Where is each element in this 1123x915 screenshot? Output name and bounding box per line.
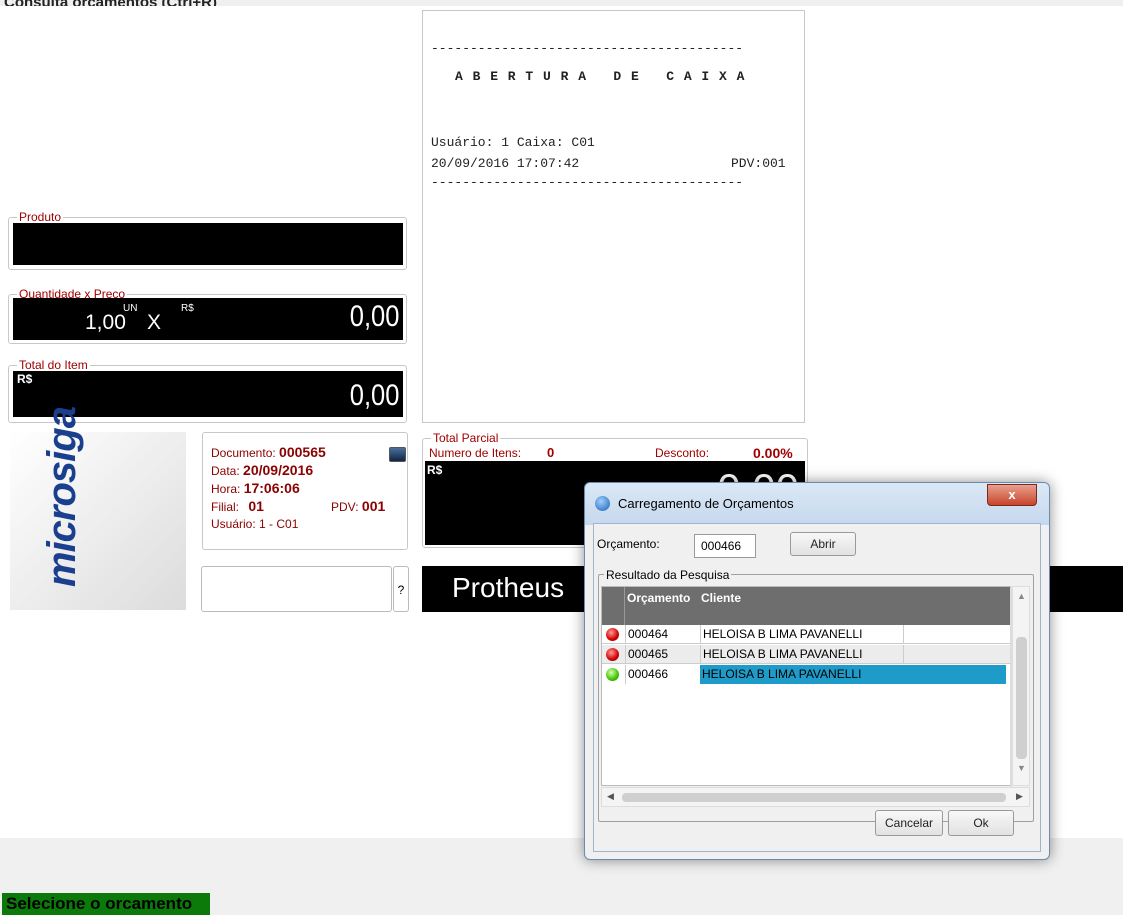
filial-value: 01	[248, 498, 264, 514]
pdv-value: 001	[361, 498, 386, 514]
doc-label: Documento:	[211, 446, 276, 460]
receipt-panel: ----------------------------------------…	[422, 10, 805, 423]
cancelar-button[interactable]: Cancelar	[875, 810, 943, 836]
receipt-separator-bottom: ----------------------------------------	[431, 175, 744, 190]
abrir-button[interactable]: Abrir	[790, 532, 856, 556]
scroll-left-icon[interactable]: ◀	[607, 791, 614, 802]
doc-value: 000565	[279, 444, 326, 460]
price-currency: R$	[181, 303, 194, 314]
status-green-icon	[606, 668, 619, 681]
receipt-pdv: PDV:001	[731, 156, 786, 171]
row-orcamento: 000466	[625, 665, 699, 684]
receipt-heading: A B E R T U R A D E C A I X A	[455, 69, 746, 84]
row-cliente: HELOISA B LIMA PAVANELLI	[700, 665, 1006, 684]
itens-value: 0	[547, 445, 555, 460]
unit-label: UN	[123, 303, 138, 314]
scroll-down-icon[interactable]: ▼	[1017, 763, 1026, 773]
search-input[interactable]	[201, 566, 392, 612]
time-label: Hora:	[211, 482, 241, 496]
row-orcamento: 000465	[625, 645, 699, 664]
receipt-user-line: Usuário: 1 Caixa: C01	[431, 135, 595, 150]
banner-text: Protheus	[452, 572, 565, 603]
quantity-value: 1,00	[85, 311, 126, 334]
scroll-up-icon[interactable]: ▲	[1017, 591, 1026, 601]
table-row-selected[interactable]: 000466 HELOISA B LIMA PAVANELLI	[602, 665, 1012, 684]
results-grid[interactable]: Orçamento Cliente 000464 HELOISA B LIMA …	[601, 586, 1012, 787]
produto-group: Produto	[8, 211, 407, 270]
dialog-title: Carregamento de Orçamentos	[618, 496, 794, 511]
pdv-label: PDV:	[331, 500, 359, 514]
orcamento-input[interactable]: 000466	[694, 534, 756, 558]
quantidade-display: 1,00 UN X R$ 0,00	[13, 298, 403, 340]
vertical-scrollbar[interactable]: ▲ ▼	[1012, 586, 1030, 786]
column-cliente[interactable]: Cliente	[701, 591, 741, 605]
dialog-body: Orçamento: 000466 Abrir Resultado da Pes…	[593, 523, 1041, 852]
microsiga-logo: microsiga	[10, 407, 186, 610]
total-item-legend: Total do Item	[17, 358, 90, 372]
ok-button[interactable]: Ok	[948, 810, 1014, 836]
table-row[interactable]: 000464 HELOISA B LIMA PAVANELLI	[602, 625, 1012, 644]
logo-text: microsiga	[40, 407, 84, 587]
date-label: Data:	[211, 464, 240, 478]
app-icon	[595, 496, 610, 511]
total-parcial-legend: Total Parcial	[431, 431, 501, 445]
quantidade-group: Quantidade x Preço 1,00 UN X R$ 0,00	[8, 288, 407, 344]
total-parcial-currency: R$	[427, 463, 443, 477]
desconto-value: 0.00%	[753, 445, 793, 461]
user-value: 1 - C01	[259, 517, 299, 531]
vertical-scroll-thumb[interactable]	[1016, 637, 1027, 759]
itens-label: Numero de Itens:	[429, 446, 522, 460]
resultado-legend: Resultado da Pesquisa	[604, 568, 732, 582]
total-item-value: 0,00	[349, 379, 399, 412]
row-cliente: HELOISA B LIMA PAVANELLI	[700, 625, 904, 644]
orcamentos-dialog: Carregamento de Orçamentos x Orçamento: …	[584, 482, 1050, 860]
column-orcamento[interactable]: Orçamento	[627, 591, 690, 605]
row-cliente: HELOISA B LIMA PAVANELLI	[700, 645, 904, 664]
status-message: Selecione o orcamento	[2, 893, 210, 915]
horizontal-scroll-thumb[interactable]	[622, 793, 1006, 802]
grid-divider	[624, 587, 625, 625]
help-button[interactable]: ?	[393, 566, 409, 612]
receipt-separator: ----------------------------------------	[431, 41, 744, 56]
produto-display	[13, 223, 403, 265]
date-value: 20/09/2016	[243, 462, 314, 478]
user-label: Usuário:	[211, 517, 256, 531]
status-red-icon	[606, 648, 619, 661]
orcamento-label: Orçamento:	[597, 537, 660, 551]
horizontal-scrollbar[interactable]: ◀ ▶	[601, 787, 1030, 807]
dialog-titlebar[interactable]: Carregamento de Orçamentos x	[585, 483, 1049, 525]
close-icon[interactable]: x	[987, 484, 1037, 506]
filial-label: Filial:	[211, 500, 240, 514]
time-value: 17:06:06	[243, 480, 300, 496]
row-orcamento: 000464	[625, 625, 699, 644]
times-sign: X	[147, 311, 162, 334]
receipt-datetime: 20/09/2016 17:07:42	[431, 156, 580, 171]
desconto-label: Desconto:	[655, 446, 710, 460]
monitor-icon[interactable]	[389, 447, 406, 462]
total-item-currency: R$	[17, 372, 33, 386]
scroll-right-icon[interactable]: ▶	[1016, 791, 1023, 802]
produto-legend: Produto	[17, 210, 64, 224]
price-value: 0,00	[349, 300, 399, 333]
status-red-icon	[606, 628, 619, 641]
table-row[interactable]: 000465 HELOISA B LIMA PAVANELLI	[602, 645, 1012, 664]
document-card: Documento: 000565 Data: 20/09/2016 Hora:…	[202, 432, 408, 550]
